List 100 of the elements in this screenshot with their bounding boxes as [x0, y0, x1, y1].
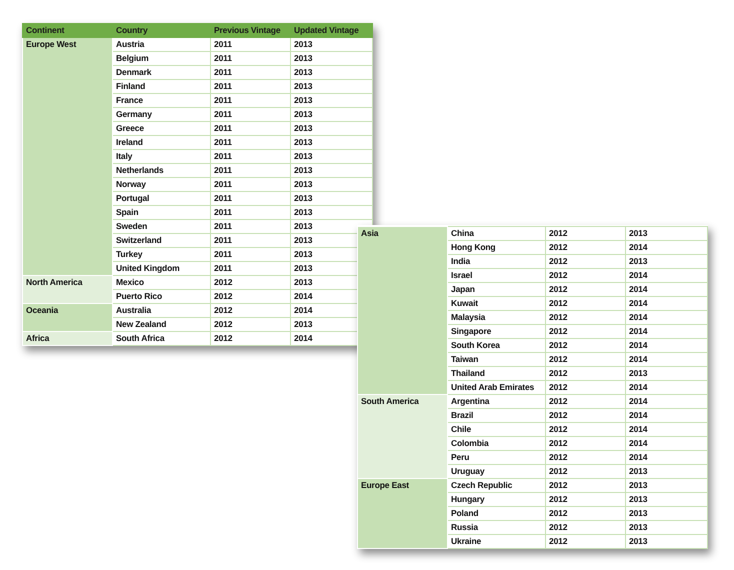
- table-cell: 2012: [546, 464, 626, 478]
- table-cell: 2012: [546, 534, 626, 548]
- table-cell: Norway: [112, 178, 210, 192]
- table-cell: Russia: [448, 520, 546, 534]
- table-cell: 2013: [290, 178, 372, 192]
- table-cell: Ireland: [112, 136, 210, 150]
- table-cell: 2011: [210, 38, 290, 52]
- table-cell: 2014: [626, 380, 708, 394]
- table-cell: 2012: [210, 318, 290, 332]
- table-cell: China: [448, 226, 546, 240]
- table-cell: 2012: [546, 254, 626, 268]
- table-cell: Peru: [448, 450, 546, 464]
- table-cell: 2011: [210, 108, 290, 122]
- table-cell: 2012: [546, 282, 626, 296]
- table-cell: Ukraine: [448, 534, 546, 548]
- table-cell: 2013: [290, 52, 372, 66]
- table-cell: 2013: [626, 464, 708, 478]
- table-cell: 2012: [210, 332, 290, 346]
- continent-cell: Europe East: [358, 478, 448, 548]
- table-cell: 2014: [626, 296, 708, 310]
- table-cell: Switzerland: [112, 234, 210, 248]
- table-cell: 2013: [626, 254, 708, 268]
- column-header: Updated Vintage: [290, 24, 372, 38]
- table-cell: Italy: [112, 150, 210, 164]
- table-cell: 2011: [210, 94, 290, 108]
- table-cell: 2012: [546, 450, 626, 464]
- table-cell: Hungary: [448, 492, 546, 506]
- table-cell: 2014: [626, 324, 708, 338]
- table-cell: Chile: [448, 422, 546, 436]
- table-cell: 2013: [626, 226, 708, 240]
- table-cell: Germany: [112, 108, 210, 122]
- table-cell: Uruguay: [448, 464, 546, 478]
- table-cell: United Arab Emirates: [448, 380, 546, 394]
- table-cell: 2014: [626, 436, 708, 450]
- table-cell: 2014: [626, 408, 708, 422]
- table-cell: 2011: [210, 220, 290, 234]
- table-cell: 2013: [626, 520, 708, 534]
- table-cell: Israel: [448, 268, 546, 282]
- table-cell: Brazil: [448, 408, 546, 422]
- table-cell: 2012: [546, 226, 626, 240]
- table-cell: Turkey: [112, 248, 210, 262]
- table-cell: 2012: [546, 478, 626, 492]
- column-header: Continent: [22, 24, 112, 38]
- table-cell: Colombia: [448, 436, 546, 450]
- table-cell: 2012: [546, 352, 626, 366]
- continent-cell: Oceania: [22, 304, 112, 332]
- table-cell: South Korea: [448, 338, 546, 352]
- column-header: Previous Vintage: [210, 24, 290, 38]
- table-cell: 2011: [210, 150, 290, 164]
- table-cell: 2014: [626, 268, 708, 282]
- table-cell: Hong Kong: [448, 240, 546, 254]
- continent-cell: Europe West: [22, 38, 112, 276]
- table-cell: Singapore: [448, 324, 546, 338]
- table-cell: 2012: [546, 520, 626, 534]
- table-cell: 2011: [210, 122, 290, 136]
- table-cell: 2011: [210, 192, 290, 206]
- table-cell: Mexico: [112, 276, 210, 290]
- table-cell: 2014: [626, 282, 708, 296]
- table-cell: Belgium: [112, 52, 210, 66]
- table-cell: 2013: [290, 136, 372, 150]
- table-cell: 2012: [210, 276, 290, 290]
- table-cell: 2012: [546, 296, 626, 310]
- table-cell: 2013: [290, 192, 372, 206]
- table-cell: Poland: [448, 506, 546, 520]
- table-cell: 2012: [546, 436, 626, 450]
- table-cell: Netherlands: [112, 164, 210, 178]
- table-cell: 2014: [626, 338, 708, 352]
- table-cell: 2014: [626, 422, 708, 436]
- table-cell: 2013: [626, 534, 708, 548]
- table-cell: 2011: [210, 80, 290, 94]
- table-cell: 2013: [290, 164, 372, 178]
- table-cell: Australia: [112, 304, 210, 318]
- table-cell: 2012: [210, 304, 290, 318]
- table-cell: India: [448, 254, 546, 268]
- table-cell: 2012: [546, 366, 626, 380]
- table-cell: 2011: [210, 66, 290, 80]
- table-cell: France: [112, 94, 210, 108]
- table-cell: 2011: [210, 178, 290, 192]
- table-cell: 2012: [546, 338, 626, 352]
- table-cell: 2012: [546, 240, 626, 254]
- table-cell: 2012: [210, 290, 290, 304]
- table-cell: 2012: [546, 268, 626, 282]
- table-cell: Austria: [112, 38, 210, 52]
- table-cell: Puerto Rico: [112, 290, 210, 304]
- table-cell: 2014: [626, 352, 708, 366]
- table-cell: 2014: [626, 240, 708, 254]
- table-cell: 2014: [626, 450, 708, 464]
- table-cell: Greece: [112, 122, 210, 136]
- table-cell: Spain: [112, 206, 210, 220]
- table-cell: Argentina: [448, 394, 546, 408]
- table-cell: 2013: [290, 94, 372, 108]
- continent-cell: South America: [358, 394, 448, 478]
- continent-cell: Asia: [358, 226, 448, 394]
- table-cell: 2012: [546, 324, 626, 338]
- table-cell: 2013: [290, 66, 372, 80]
- table-cell: Portugal: [112, 192, 210, 206]
- table-cell: 2011: [210, 164, 290, 178]
- table-cell: Sweden: [112, 220, 210, 234]
- table-cell: 2011: [210, 52, 290, 66]
- table-cell: 2011: [210, 248, 290, 262]
